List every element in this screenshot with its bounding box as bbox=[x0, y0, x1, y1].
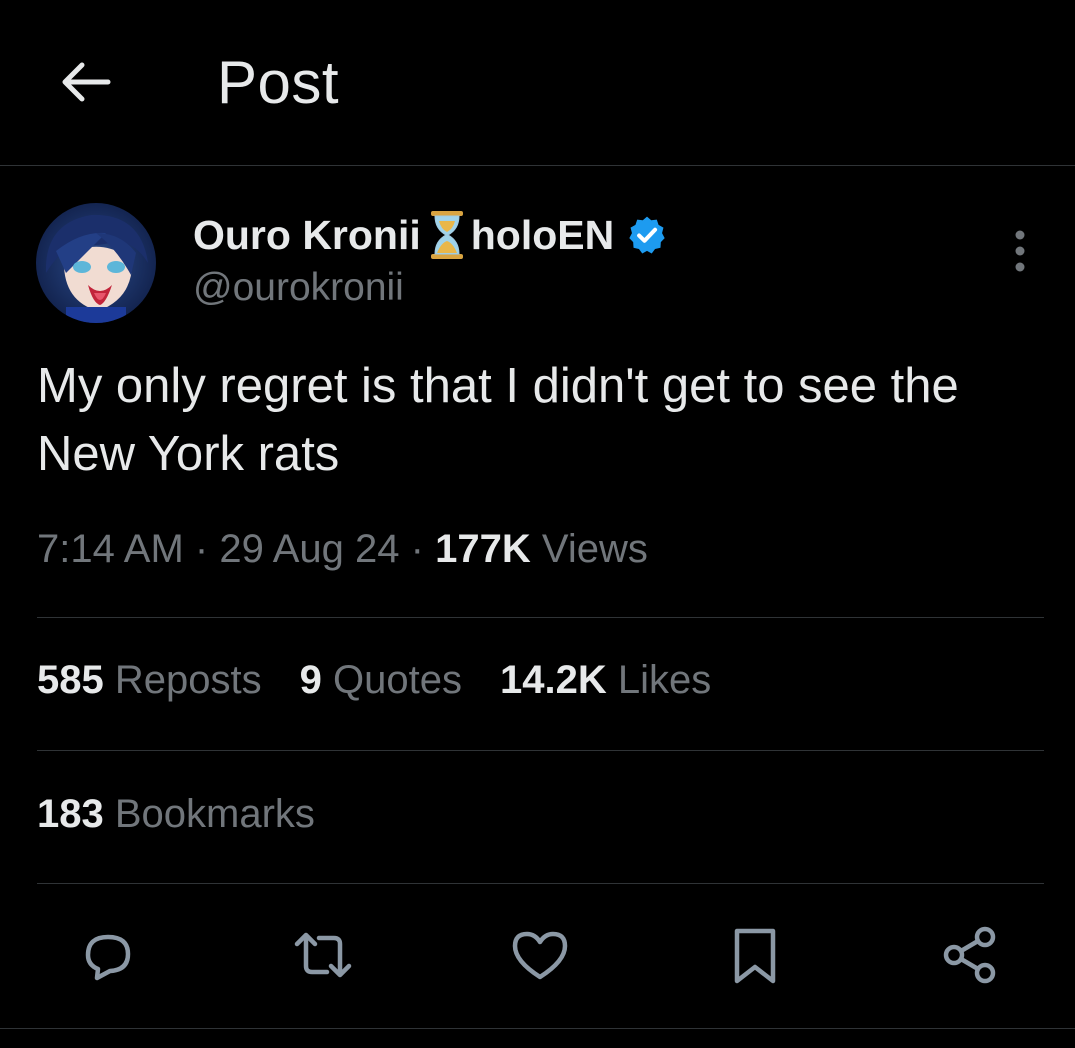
action-bar bbox=[0, 920, 1075, 995]
back-button[interactable] bbox=[56, 52, 116, 112]
share-icon bbox=[943, 926, 996, 984]
quotes-count: 9 bbox=[299, 658, 322, 702]
meta-separator: · bbox=[410, 527, 424, 571]
author-handle[interactable]: @ourokronii bbox=[193, 266, 404, 310]
more-vertical-icon bbox=[1015, 230, 1025, 272]
meta-separator: · bbox=[194, 527, 209, 571]
tweet-date[interactable]: 29 Aug 24 bbox=[219, 527, 399, 571]
repost-button[interactable] bbox=[288, 920, 358, 990]
like-icon bbox=[512, 931, 568, 980]
tweet-meta: 7:14 AM · 29 Aug 24 · 177K Views bbox=[37, 527, 648, 572]
bookmark-icon bbox=[734, 928, 776, 984]
engagement-stats: 585 Reposts 9 Quotes 14.2K Likes bbox=[37, 658, 749, 703]
tweet-text: My only regret is that I didn't get to s… bbox=[37, 359, 959, 481]
reply-icon bbox=[85, 934, 131, 981]
quotes-label: Quotes bbox=[333, 658, 462, 702]
page-title: Post bbox=[217, 49, 340, 116]
reply-button[interactable] bbox=[73, 920, 143, 990]
divider bbox=[37, 617, 1044, 618]
author-name-row[interactable]: Ouro Kronii holoEN bbox=[193, 207, 668, 263]
tweet-time[interactable]: 7:14 AM bbox=[37, 527, 184, 571]
author-affiliation[interactable]: holoEN bbox=[471, 212, 614, 259]
reposts-count: 585 bbox=[37, 658, 104, 702]
repost-icon bbox=[294, 932, 352, 978]
likes-count: 14.2K bbox=[499, 658, 607, 702]
reposts-stat[interactable]: 585 Reposts bbox=[37, 658, 262, 703]
divider bbox=[0, 1028, 1075, 1029]
more-options-button[interactable] bbox=[1000, 226, 1040, 276]
likes-stat[interactable]: 14.2K Likes bbox=[500, 658, 711, 703]
avatar[interactable] bbox=[36, 203, 156, 323]
verified-badge-icon bbox=[629, 216, 665, 254]
bookmarks-label: Bookmarks bbox=[114, 792, 315, 836]
views-label: Views bbox=[541, 527, 648, 571]
back-arrow-icon bbox=[62, 62, 111, 102]
bookmark-button[interactable] bbox=[720, 920, 790, 990]
likes-label: Likes bbox=[617, 658, 712, 702]
views-count[interactable]: 177K bbox=[435, 527, 531, 571]
like-button[interactable] bbox=[505, 920, 575, 990]
bookmarks-stat[interactable]: 183 Bookmarks bbox=[37, 792, 315, 837]
bookmarks-count: 183 bbox=[37, 792, 104, 836]
top-bar: Post bbox=[0, 0, 1075, 166]
author-display-name[interactable]: Ouro Kronii bbox=[193, 212, 421, 259]
divider bbox=[37, 883, 1044, 884]
reposts-label: Reposts bbox=[114, 658, 262, 702]
hourglass-icon bbox=[430, 211, 463, 259]
share-button[interactable] bbox=[935, 920, 1005, 990]
quotes-stat[interactable]: 9 Quotes bbox=[300, 658, 462, 703]
divider bbox=[37, 750, 1044, 751]
